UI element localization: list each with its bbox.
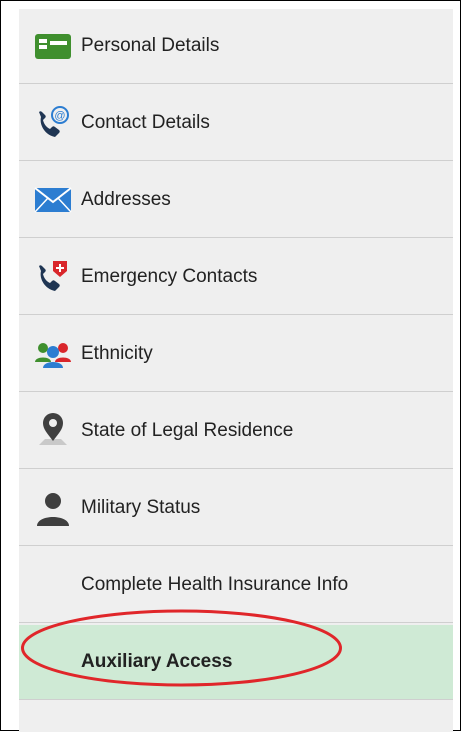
- people-icon: [35, 343, 71, 368]
- sidebar-item-label: Military Status: [81, 497, 201, 518]
- person-icon: [37, 493, 69, 526]
- sidebar-item-label: State of Legal Residence: [81, 420, 294, 441]
- personal-details-icon: [35, 34, 71, 59]
- sidebar-item-emergency-contacts[interactable]: Emergency Contacts: [19, 240, 453, 315]
- sidebar-item-ethnicity[interactable]: Ethnicity: [19, 317, 453, 392]
- sidebar-item-label: Complete Health Insurance Info: [81, 574, 349, 595]
- sidebar-item-contact-details[interactable]: @ Contact Details: [19, 86, 453, 161]
- phone-at-icon: @: [39, 106, 69, 137]
- sidebar-item-military-status[interactable]: Military Status: [19, 471, 453, 546]
- window-frame: Personal Details @ Contact Details Addre…: [0, 0, 461, 732]
- envelope-icon: [34, 187, 72, 213]
- location-pin-icon: [39, 413, 67, 445]
- sidebar-item-addresses[interactable]: Addresses: [19, 163, 453, 238]
- sidebar-menu: Personal Details @ Contact Details Addre…: [19, 9, 453, 732]
- sidebar-item-label: Addresses: [81, 189, 171, 210]
- svg-text:@: @: [54, 110, 65, 122]
- sidebar-item-auxiliary-access[interactable]: Auxiliary Access: [19, 625, 453, 700]
- sidebar-bottom-strip: [19, 702, 453, 732]
- sidebar-item-state-of-legal-residence[interactable]: State of Legal Residence: [19, 394, 453, 469]
- emergency-phone-icon: [39, 261, 67, 291]
- sidebar-item-label: Ethnicity: [81, 343, 153, 364]
- sidebar-item-label: Emergency Contacts: [81, 266, 258, 287]
- sidebar-item-personal-details[interactable]: Personal Details: [19, 9, 453, 84]
- sidebar-item-label: Personal Details: [81, 35, 220, 56]
- sidebar-item-complete-health-insurance-info[interactable]: Complete Health Insurance Info: [19, 548, 453, 623]
- sidebar-item-label: Contact Details: [81, 112, 210, 133]
- sidebar-item-label: Auxiliary Access: [81, 651, 233, 672]
